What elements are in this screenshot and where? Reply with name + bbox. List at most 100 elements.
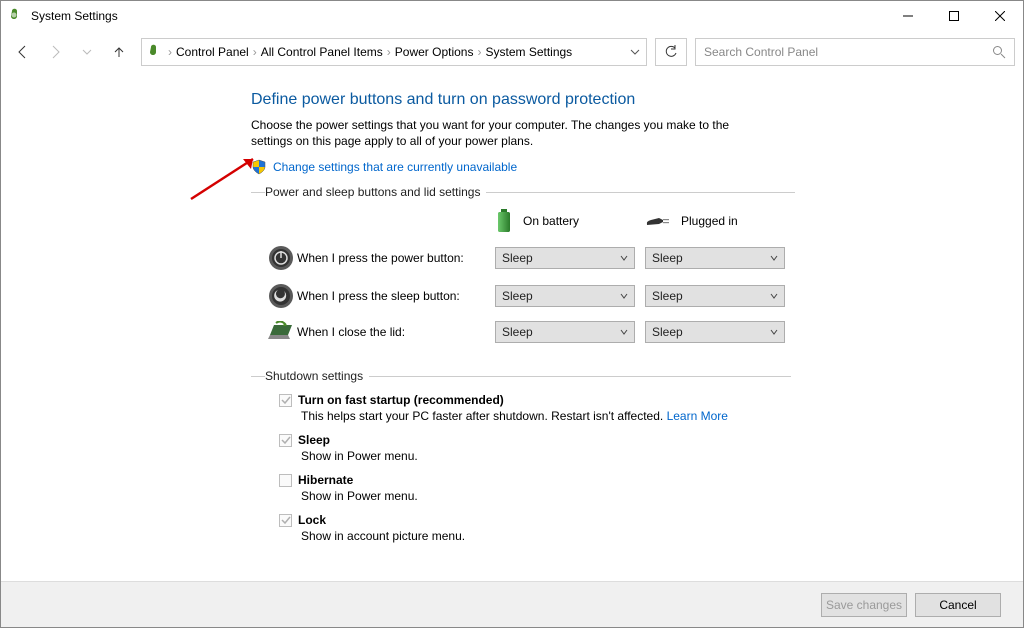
breadcrumb-separator: ›	[477, 45, 481, 59]
breadcrumb-label: All Control Panel Items	[261, 45, 383, 59]
plugged-in-label: Plugged in	[681, 214, 738, 228]
breadcrumb-label: System Settings	[485, 45, 572, 59]
change-settings-link-row: Change settings that are currently unava…	[251, 159, 1023, 175]
lock-sub: Show in account picture menu.	[279, 529, 791, 543]
forward-button[interactable]	[41, 38, 69, 66]
sleep-button-icon	[268, 283, 294, 309]
chevron-down-icon	[620, 328, 628, 336]
chevron-down-icon[interactable]	[630, 47, 640, 57]
minimize-button[interactable]	[885, 1, 931, 31]
app-icon	[9, 8, 25, 24]
maximize-button[interactable]	[931, 1, 977, 31]
hibernate-item: Hibernate Show in Power menu.	[279, 473, 791, 503]
back-arrow-icon	[15, 44, 31, 60]
breadcrumb-label: Power Options	[395, 45, 474, 59]
recent-button[interactable]	[73, 38, 101, 66]
power-buttons-fieldset: Power and sleep buttons and lid settings…	[251, 185, 795, 355]
chevron-down-icon	[620, 254, 628, 262]
breadcrumb-item[interactable]: All Control Panel Items	[261, 45, 383, 59]
change-settings-link[interactable]: Change settings that are currently unava…	[273, 160, 517, 174]
close-lid-battery-select[interactable]: Sleep	[495, 321, 635, 343]
cancel-button[interactable]: Cancel	[915, 593, 1001, 617]
close-lid-row: When I close the lid: Sleep Sleep	[265, 321, 795, 343]
chevron-down-icon	[620, 292, 628, 300]
refresh-button[interactable]	[655, 38, 687, 66]
lock-checkbox[interactable]	[279, 514, 292, 527]
close-button[interactable]	[977, 1, 1023, 31]
breadcrumb-separator: ›	[253, 45, 257, 59]
close-lid-plugged-select[interactable]: Sleep	[645, 321, 785, 343]
shutdown-settings-legend: Shutdown settings	[265, 369, 369, 383]
up-button[interactable]	[105, 38, 133, 66]
power-button-row: When I press the power button: Sleep Sle…	[265, 245, 795, 271]
sleep-button-row: When I press the sleep button: Sleep Sle…	[265, 283, 795, 309]
hibernate-title: Hibernate	[298, 473, 353, 487]
breadcrumb-item[interactable]: Control Panel	[176, 45, 249, 59]
learn-more-link[interactable]: Learn More	[667, 409, 728, 423]
lock-title: Lock	[298, 513, 326, 527]
save-button[interactable]: Save changes	[821, 593, 907, 617]
sleep-button-plugged-select[interactable]: Sleep	[645, 285, 785, 307]
select-value: Sleep	[652, 325, 683, 339]
breadcrumb-label: Control Panel	[176, 45, 249, 59]
breadcrumb-item[interactable]: Power Options	[395, 45, 474, 59]
forward-arrow-icon	[47, 44, 63, 60]
select-value: Sleep	[502, 325, 533, 339]
check-icon	[281, 435, 291, 445]
power-button-icon	[268, 245, 294, 271]
sleep-checkbox[interactable]	[279, 434, 292, 447]
sleep-item: Sleep Show in Power menu.	[279, 433, 791, 463]
power-button-battery-select[interactable]: Sleep	[495, 247, 635, 269]
chevron-down-icon	[770, 254, 778, 262]
page-description: Choose the power settings that you want …	[251, 117, 771, 149]
refresh-icon	[664, 45, 678, 59]
check-icon	[281, 515, 291, 525]
select-value: Sleep	[502, 251, 533, 265]
fast-startup-checkbox[interactable]	[279, 394, 292, 407]
chevron-down-icon	[82, 47, 92, 57]
maximize-icon	[949, 11, 959, 21]
select-value: Sleep	[652, 251, 683, 265]
content-area: Define power buttons and turn on passwor…	[1, 73, 1023, 581]
sleep-button-label: When I press the sleep button:	[297, 289, 495, 303]
shield-icon	[251, 159, 267, 175]
navbar: › Control Panel › All Control Panel Item…	[1, 31, 1023, 73]
hibernate-checkbox[interactable]	[279, 474, 292, 487]
window-controls	[885, 1, 1023, 31]
sleep-sub: Show in Power menu.	[279, 449, 791, 463]
on-battery-label: On battery	[523, 214, 579, 228]
titlebar: System Settings	[1, 1, 1023, 31]
page-heading: Define power buttons and turn on passwor…	[251, 91, 1023, 109]
breadcrumb-separator: ›	[168, 45, 172, 59]
fast-startup-title: Turn on fast startup (recommended)	[298, 393, 504, 407]
breadcrumb-separator: ›	[387, 45, 391, 59]
chevron-down-icon	[770, 328, 778, 336]
select-value: Sleep	[502, 289, 533, 303]
battery-icon	[495, 209, 513, 233]
power-button-label: When I press the power button:	[297, 251, 495, 265]
fast-startup-item: Turn on fast startup (recommended) This …	[279, 393, 791, 423]
search-icon	[992, 45, 1006, 59]
fast-startup-sub: This helps start your PC faster after sh…	[279, 409, 791, 423]
power-buttons-legend: Power and sleep buttons and lid settings	[265, 185, 486, 199]
titlebar-left: System Settings	[9, 8, 118, 24]
fast-startup-text: This helps start your PC faster after sh…	[301, 409, 663, 423]
check-icon	[281, 395, 291, 405]
column-headers: On battery Plugged in	[265, 209, 795, 233]
window: System Settings	[0, 0, 1024, 628]
address-bar[interactable]: › Control Panel › All Control Panel Item…	[141, 38, 647, 66]
sleep-button-battery-select[interactable]: Sleep	[495, 285, 635, 307]
search-input[interactable]: Search Control Panel	[695, 38, 1015, 66]
sleep-title: Sleep	[298, 433, 330, 447]
back-button[interactable]	[9, 38, 37, 66]
close-lid-label: When I close the lid:	[297, 325, 495, 339]
close-icon	[995, 11, 1005, 21]
plug-icon	[645, 213, 671, 229]
plugged-in-header: Plugged in	[645, 209, 795, 233]
laptop-lid-icon	[266, 321, 296, 343]
footer: Save changes Cancel	[1, 581, 1023, 627]
minimize-icon	[903, 11, 913, 21]
power-button-plugged-select[interactable]: Sleep	[645, 247, 785, 269]
breadcrumb-item[interactable]: System Settings	[485, 45, 572, 59]
shutdown-settings-fieldset: Shutdown settings Turn on fast startup (…	[251, 369, 791, 553]
